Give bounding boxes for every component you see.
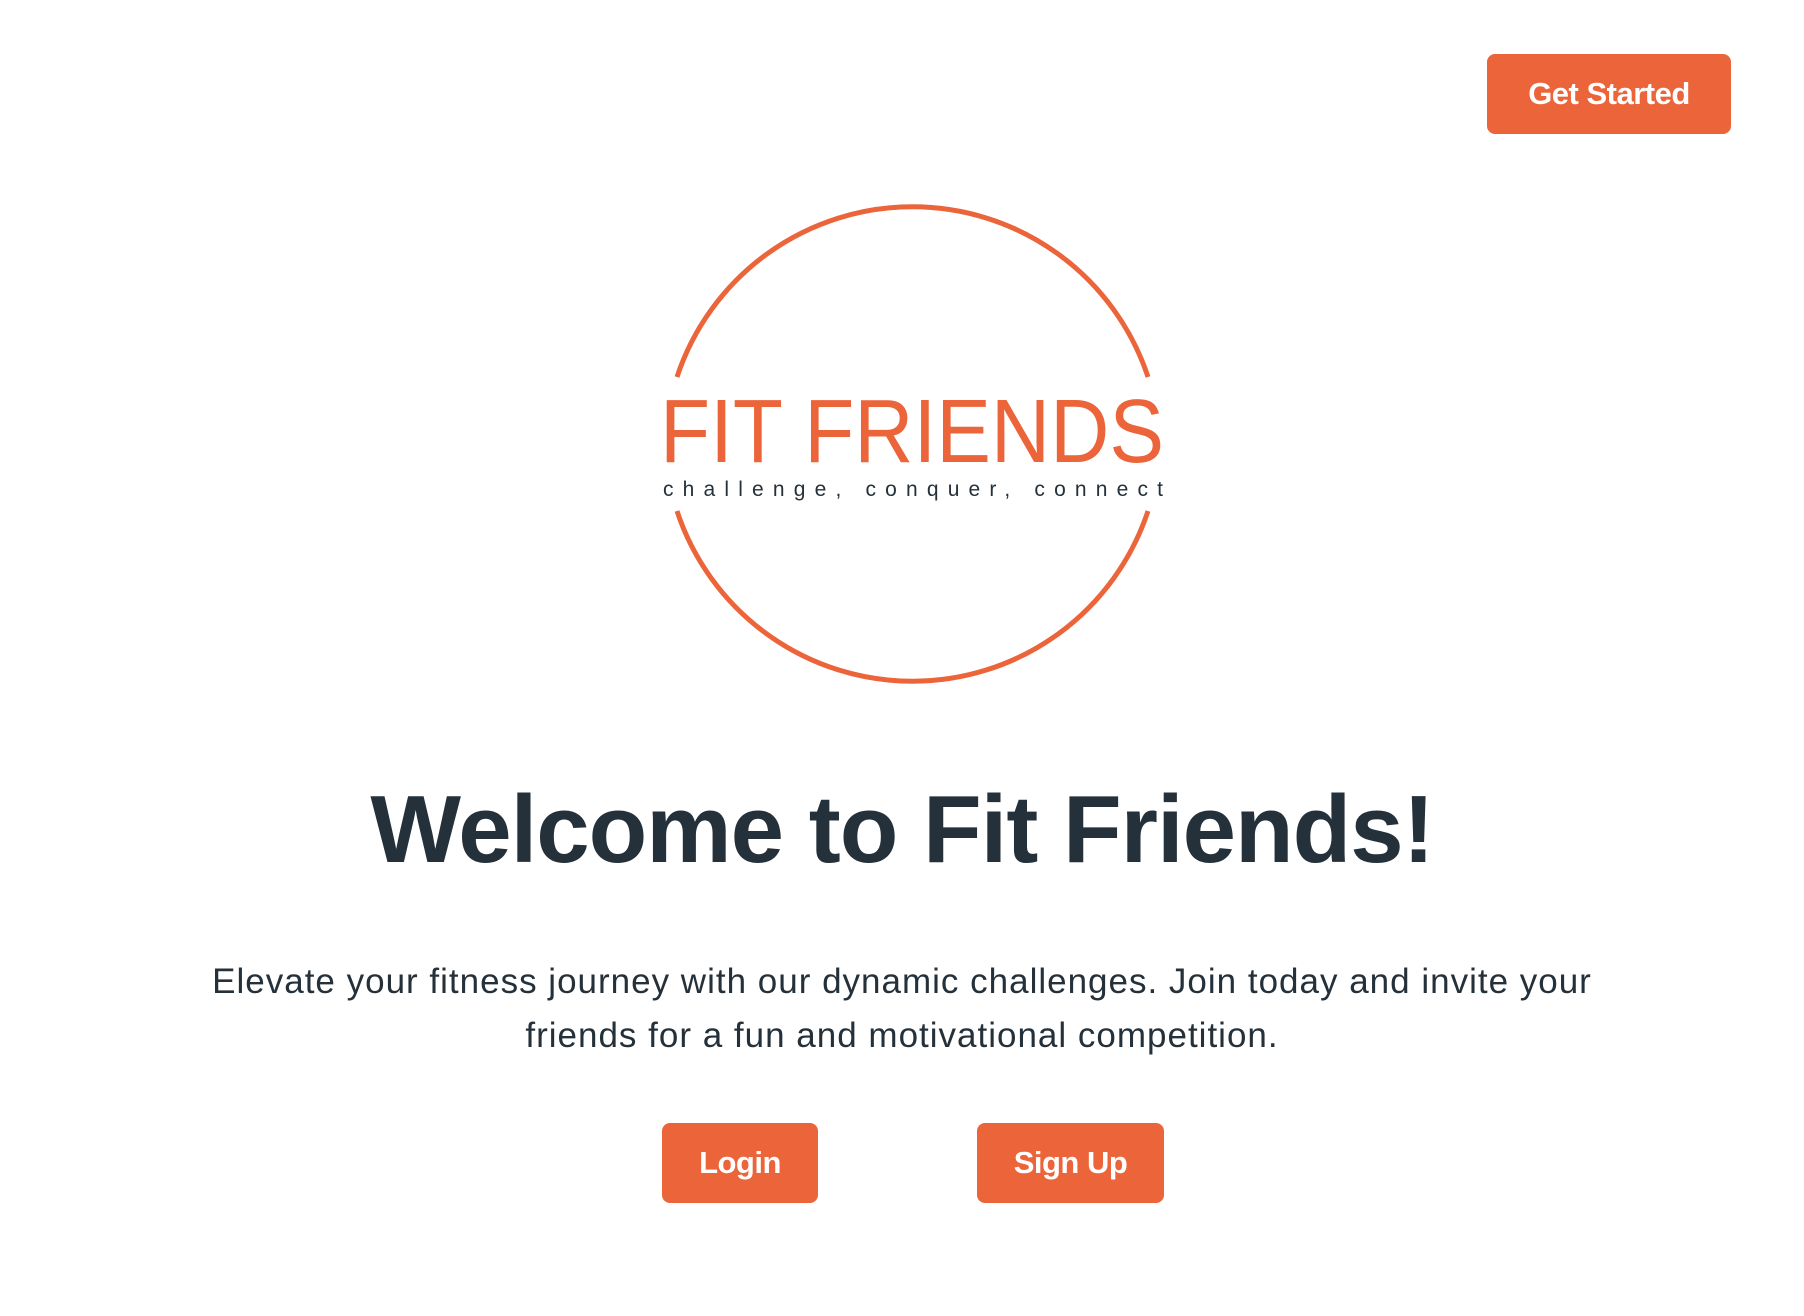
logo-graphic: FIT FRIENDS challenge, conquer, connect — [660, 204, 1164, 684]
logo-ring-bottom-arc — [674, 510, 1151, 684]
hero-description: Elevate your fitness journey with our dy… — [212, 962, 1592, 1055]
landing-page: Get Started FIT FRIENDS challenge, conqu… — [0, 0, 1804, 1316]
logo-ring-top-arc — [674, 204, 1151, 378]
fit-friends-logo: FIT FRIENDS challenge, conquer, connect — [655, 192, 1170, 697]
logo-brand-name: FIT FRIENDS — [660, 382, 1164, 482]
get-started-button[interactable]: Get Started — [1487, 54, 1731, 134]
welcome-headline: Welcome to Fit Friends! — [370, 776, 1434, 883]
sign-up-button[interactable]: Sign Up — [977, 1123, 1164, 1203]
login-button[interactable]: Login — [662, 1123, 818, 1203]
